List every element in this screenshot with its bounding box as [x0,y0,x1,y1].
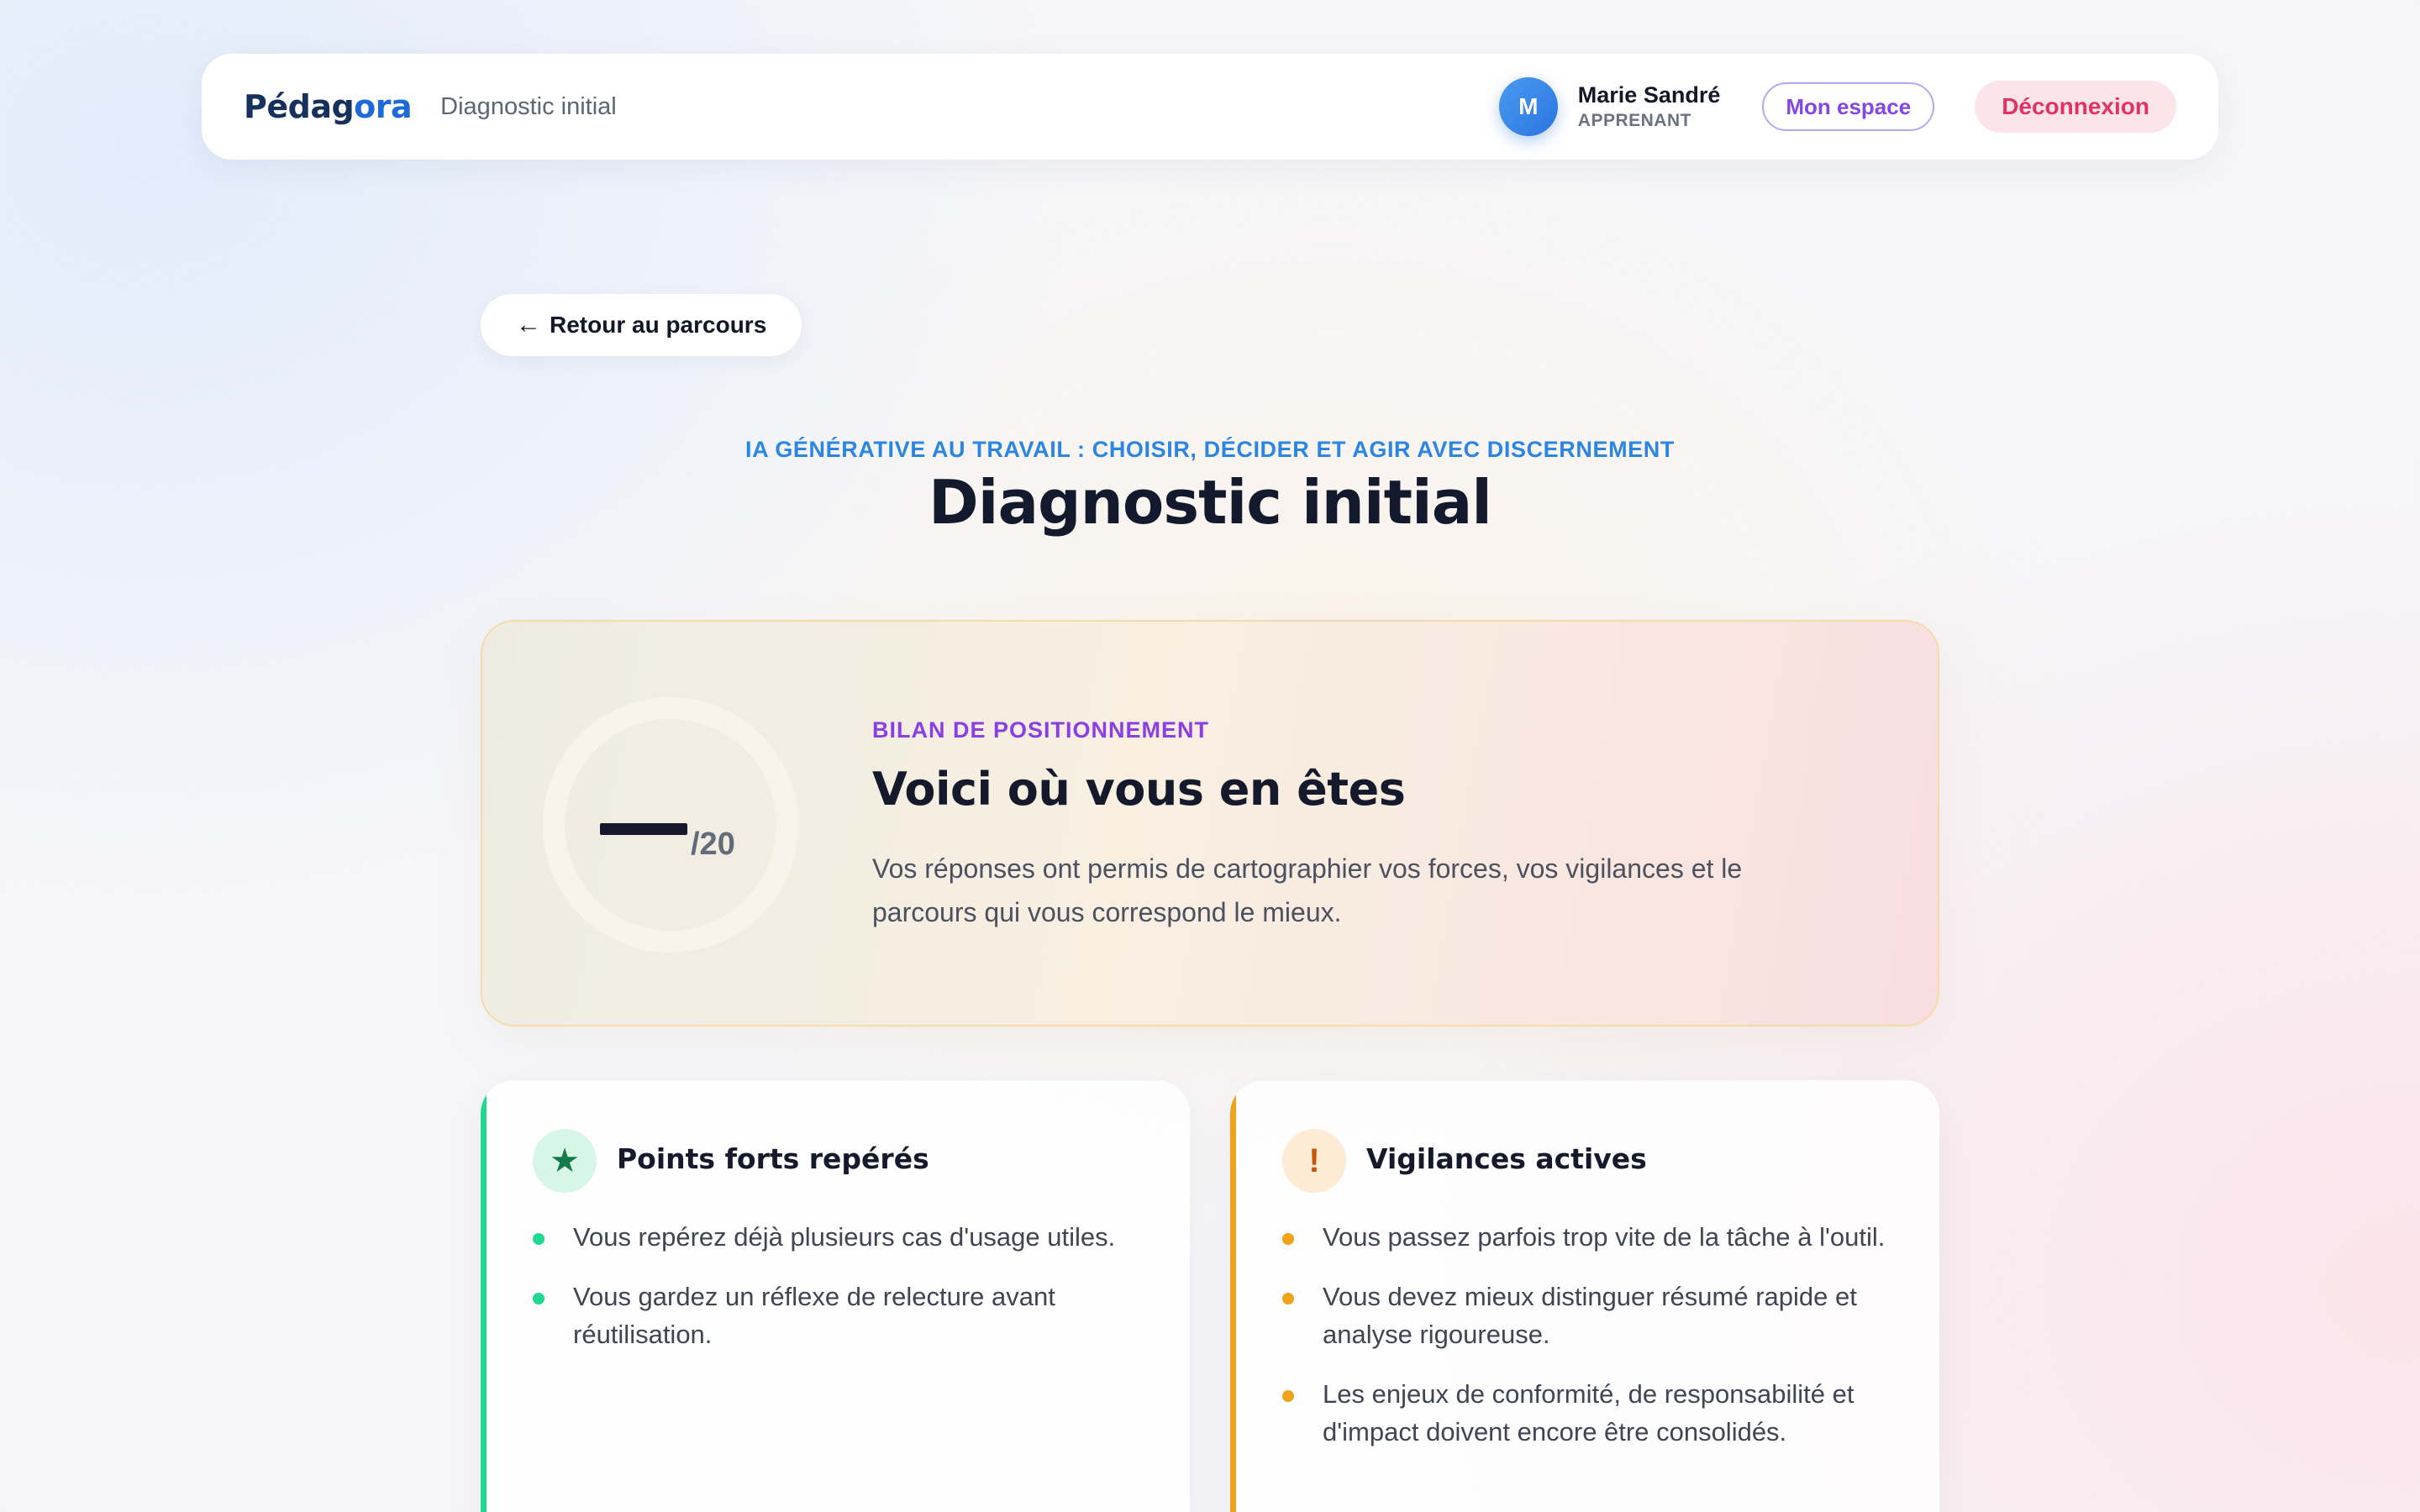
breadcrumb-current-page: Diagnostic initial [440,92,617,120]
summary-description: Vos réponses ont permis de cartographier… [872,853,1743,927]
list-item: Les enjeux de conformité, de responsabil… [1282,1375,1889,1451]
back-button-label: Retour au parcours [550,312,767,338]
summary-title: Voici où vous en êtes [872,763,1406,816]
logout-button[interactable]: Déconnexion [1975,81,2176,133]
score-total: /20 [691,827,735,862]
exclamation-icon: ! [1282,1129,1346,1193]
brand-logo-part2: ora [354,88,413,125]
bullet-dot-icon [1282,1233,1294,1245]
list-item: Vous passez parfois trop vite de la tâch… [1282,1218,1889,1256]
score-placeholder-dash [600,823,687,835]
list-item-text: Vous devez mieux distinguer résumé rapid… [1323,1282,1857,1349]
list-item-text: Vous passez parfois trop vite de la tâch… [1323,1222,1886,1252]
brand-logo-part1: Pédag [244,88,355,125]
list-item-text: Vous gardez un réflexe de relecture avan… [573,1282,1055,1349]
strengths-card: ★ Points forts repérés Vous repérez déjà… [481,1080,1190,1512]
strengths-title: Points forts repérés [617,1142,929,1175]
list-item-text: Vous repérez déjà plusieurs cas d'usage … [573,1222,1116,1252]
vigilances-title: Vigilances actives [1366,1142,1647,1175]
back-to-course-button[interactable]: ← Retour au parcours [481,294,802,356]
bullet-dot-icon [1282,1293,1294,1305]
star-icon: ★ [533,1129,597,1193]
list-item: Vous repérez déjà plusieurs cas d'usage … [533,1218,1139,1256]
user-role: APPRENANT [1577,111,1691,131]
positioning-summary-card: /20 BILAN DE POSITIONNEMENT Voici où vou… [481,620,1939,1026]
bullet-dot-icon [533,1293,544,1305]
brand-logo[interactable]: Pédagora [244,88,413,125]
arrow-left-icon: ← [516,311,541,339]
user-avatar[interactable]: M [1498,77,1558,136]
bullet-dot-icon [533,1233,544,1245]
vigilances-card: ! Vigilances actives Vous passez parfois… [1230,1080,1939,1512]
summary-label: BILAN DE POSITIONNEMENT [872,717,1210,743]
vigilances-list: Vous passez parfois trop vite de la tâch… [1282,1218,1889,1473]
list-item: Vous devez mieux distinguer résumé rapid… [1282,1278,1889,1353]
user-info: Marie Sandré APPRENANT [1577,81,1721,131]
course-title-eyebrow: IA GÉNÉRATIVE AU TRAVAIL : CHOISIR, DÉCI… [745,437,1675,462]
top-navigation-bar: Pédagora Diagnostic initial M Marie Sand… [202,54,2218,160]
strengths-list: Vous repérez déjà plusieurs cas d'usage … [533,1218,1139,1375]
my-space-button[interactable]: Mon espace [1762,82,1935,131]
bullet-dot-icon [1282,1390,1294,1402]
user-name: Marie Sandré [1577,81,1721,108]
list-item: Vous gardez un réflexe de relecture avan… [533,1278,1139,1353]
list-item-text: Les enjeux de conformité, de responsabil… [1323,1379,1854,1446]
page-title: Diagnostic initial [929,467,1492,538]
